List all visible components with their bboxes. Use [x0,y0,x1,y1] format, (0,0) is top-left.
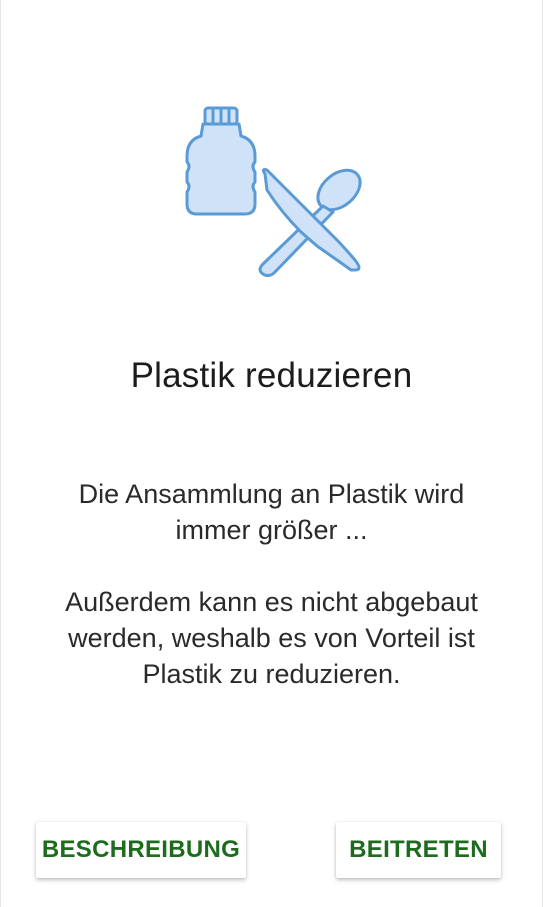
join-button[interactable]: BEITRETEN [336,822,501,878]
page-title: Plastik reduzieren [130,356,413,395]
description-text-1: Die Ansammlung an Plastik wird immer grö… [78,479,465,545]
description-button[interactable]: BESCHREIBUNG [36,822,246,878]
challenge-screen: Plastik reduzieren Die Ansammlung an Pla… [0,0,543,907]
description-text-2: Außerdem kann es nicht abgebaut werden, … [65,587,478,689]
plastic-bottle-and-cutlery-icon [177,100,377,280]
